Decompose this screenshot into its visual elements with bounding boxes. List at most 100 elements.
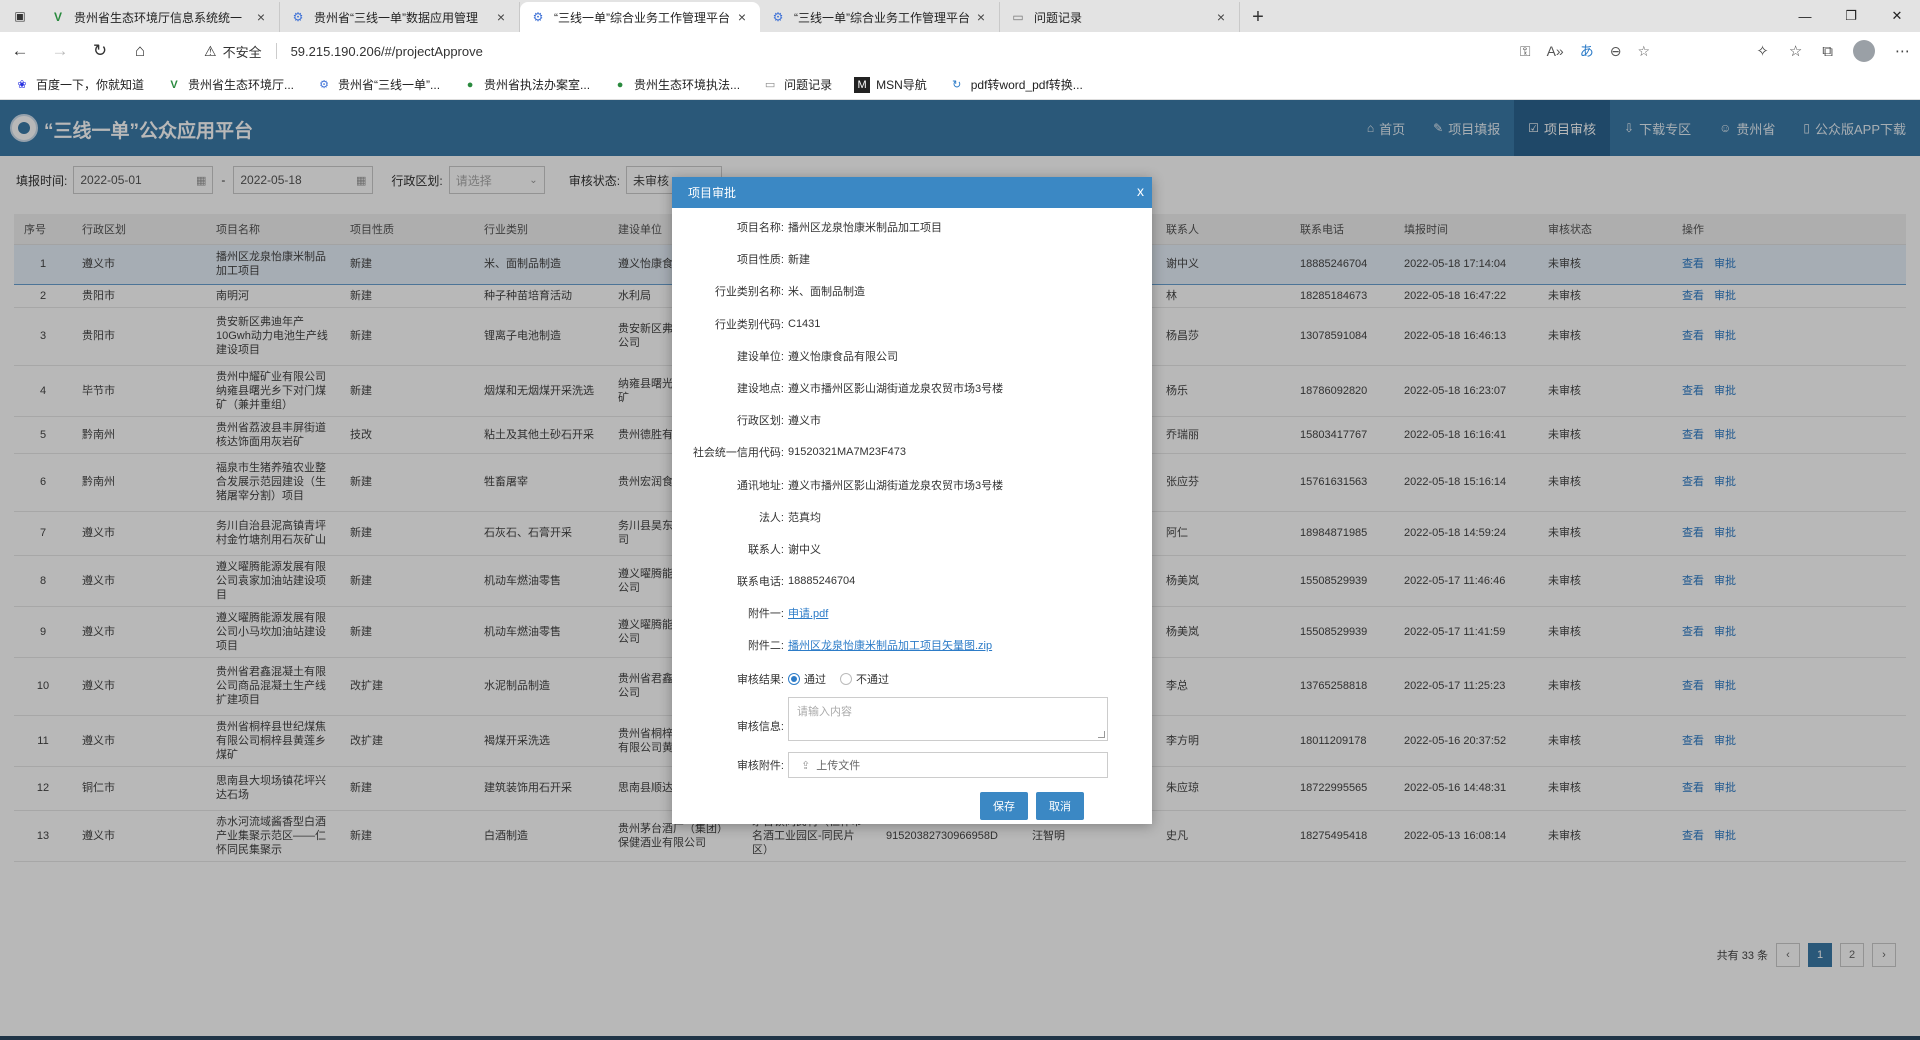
tab-actions-icon[interactable]: ▣ [0,0,40,32]
key-icon[interactable]: ⚿ [1520,43,1531,60]
approve-dialog: 项目审批 x 项目名称: 播州区龙泉怡康米制品加工项目 项目性质: 新建 行业类别名称:… [672,177,1152,824]
msn-icon: M [854,76,871,93]
bookmark-item[interactable]: ⚙ 贵州省“三线一单”... [316,76,440,93]
radio-label: 通过 [804,674,826,686]
close-icon[interactable]: × [253,9,269,25]
detail-row: 通讯地址: 遵义市播州区影山湖街道龙泉农贸市场3号楼 [672,477,1152,493]
site-gear-icon: ⚙ [319,79,329,91]
bookmark-item[interactable]: M MSN导航 [854,76,927,93]
cancel-button[interactable]: 取消 [1036,792,1084,820]
field-value: 播州区龙泉怡康米制品加工项目 [788,222,942,234]
field-value: 谢中义 [788,544,821,556]
attachment-2-link[interactable]: 播州区龙泉怡康米制品加工项目矢量图.zip [788,637,992,653]
review-info-textarea[interactable]: 请输入内容 [788,697,1108,741]
field-value: 91520321MA7M23F473 [788,446,907,459]
collections-icon[interactable]: ⧉ [1822,43,1833,60]
detail-row: 建设单位: 遵义怡康食品有限公司 [672,348,1152,364]
home-icon[interactable]: ⌂ [120,32,160,70]
browser-tab-4[interactable]: ⚙ “三线一单”综合业务工作管理平台 × [760,2,1000,32]
bookmark-label: pdf转word_pdf转换... [970,78,1083,92]
bookmark-label: 贵州省生态环境厅... [188,78,295,92]
forward-icon[interactable]: → [40,32,80,70]
field-value: C1431 [788,317,821,330]
restore-icon[interactable]: ❐ [1828,0,1874,32]
detail-row: 项目性质: 新建 [672,251,1152,267]
address-input[interactable]: ⚠ 不安全 59.215.190.206/#/projectApprove ⚿ … [190,36,1660,66]
bookmark-item[interactable]: ● 贵州生态环境执法... [612,76,740,93]
window-close-icon[interactable]: ✕ [1874,0,1920,32]
warning-icon: ⚠ [204,42,217,59]
close-icon[interactable]: × [493,9,509,25]
field-label: 建设地点: [736,383,784,395]
dialog-header: 项目审批 x [672,177,1152,208]
upload-icon: ⇪ [801,759,811,772]
back-icon[interactable]: ← [0,32,40,70]
field-label: 审核信息: [736,721,784,733]
bookmark-item[interactable]: ↻ pdf转word_pdf转换... [949,76,1083,93]
browser-tab-1[interactable]: V 贵州省生态环境厅信息系统统一 × [40,2,280,32]
site-gear-icon: ⚙ [772,10,784,24]
zoom-icon[interactable]: ⊖ [1610,43,1622,60]
browser-tab-5[interactable]: ▭ 问题记录 × [1000,2,1240,32]
browser-tab-3[interactable]: ⚙ “三线一单”综合业务工作管理平台 × [520,2,760,32]
attachment-2-row: 附件二: 播州区龙泉怡康米制品加工项目矢量图.zip [672,637,1152,653]
bookmark-label: 问题记录 [784,78,833,92]
detail-row: 建设地点: 遵义市播州区影山湖街道龙泉农贸市场3号楼 [672,380,1152,396]
tab-title: 贵州省“三线一单”数据应用管理 [314,10,478,25]
translate-icon[interactable]: あ [1580,41,1594,61]
field-value: 遵义市播州区影山湖街道龙泉农贸市场3号楼 [788,479,1004,492]
upload-label: 上传文件 [816,760,861,772]
emblem-icon: ● [466,78,474,91]
detail-row: 联系人: 谢中义 [672,541,1152,557]
favorites-icon[interactable]: ☆ [1789,42,1802,60]
close-icon[interactable]: × [1213,9,1229,25]
minimize-icon[interactable]: — [1782,0,1828,32]
paw-icon: ❀ [17,79,27,91]
bookmark-label: 贵州省“三线一单”... [338,78,441,92]
bookmark-item[interactable]: V 贵州省生态环境厅... [166,76,294,93]
result-pass-radio[interactable]: 通过 [788,671,826,687]
field-label: 审核附件: [736,760,784,772]
extensions-icon[interactable]: ✧ [1756,42,1769,60]
review-attachment-row: 审核附件: ⇪ 上传文件 [672,752,1152,778]
tab-title: 贵州省生态环境厅信息系统统一 [74,10,243,25]
new-tab-button[interactable]: + [1240,2,1276,32]
textarea-placeholder: 请输入内容 [797,706,852,718]
detail-row: 项目名称: 播州区龙泉怡康米制品加工项目 [672,219,1152,235]
favorite-add-icon[interactable]: ☆ [1637,43,1650,60]
result-fail-radio[interactable]: 不通过 [840,671,889,687]
detail-row: 法人: 范真均 [672,509,1152,525]
profile-avatar[interactable] [1853,40,1875,62]
browser-tab-2[interactable]: ⚙ 贵州省“三线一单”数据应用管理 × [280,2,520,32]
close-icon[interactable]: × [734,9,750,25]
reload-icon[interactable]: ↻ [80,32,120,70]
upload-file-button[interactable]: ⇪ 上传文件 [788,752,1108,778]
detail-row: 联系电话: 18885246704 [672,573,1152,589]
field-label: 附件二: [747,640,784,652]
bookmark-label: 贵州生态环境执法... [634,78,741,92]
more-icon[interactable]: ⋯ [1895,42,1910,60]
close-icon[interactable]: × [973,9,989,25]
detail-row: 行业类别名称: 米、面制品制造 [672,283,1152,299]
field-label: 通讯地址: [736,479,784,492]
read-aloud-icon[interactable]: A» [1547,43,1564,59]
bookmark-item[interactable]: ▭ 问题记录 [762,76,832,93]
bookmark-item[interactable]: ❀ 百度一下，你就知道 [14,76,144,93]
field-label: 附件一: [747,608,784,620]
bookmark-label: 百度一下，你就知道 [36,78,145,92]
bookmarks-bar: ❀ 百度一下，你就知道 V 贵州省生态环境厅... ⚙ 贵州省“三线一单”... ● 贵… [0,70,1920,100]
site-gear-icon: ⚙ [532,10,544,24]
bookmark-item[interactable]: ● 贵州省执法办案室... [462,76,590,93]
detail-row: 行业类别代码: C1431 [672,316,1152,332]
attachment-1-link[interactable]: 申请.pdf [788,605,828,621]
site-v-icon: V [53,10,62,24]
field-label: 行政区划: [736,415,784,428]
field-value: 新建 [788,254,810,267]
site-v-icon: V [170,78,178,91]
address-bar-row: ← → ↻ ⌂ ⚠ 不安全 59.215.190.206/#/projectAp… [0,32,1920,70]
field-value: 遵义怡康食品有限公司 [788,350,898,363]
field-label: 行业类别代码: [714,318,784,331]
dialog-title: 项目审批 [688,186,737,200]
close-icon[interactable]: x [1137,183,1144,199]
save-button[interactable]: 保存 [980,792,1028,820]
